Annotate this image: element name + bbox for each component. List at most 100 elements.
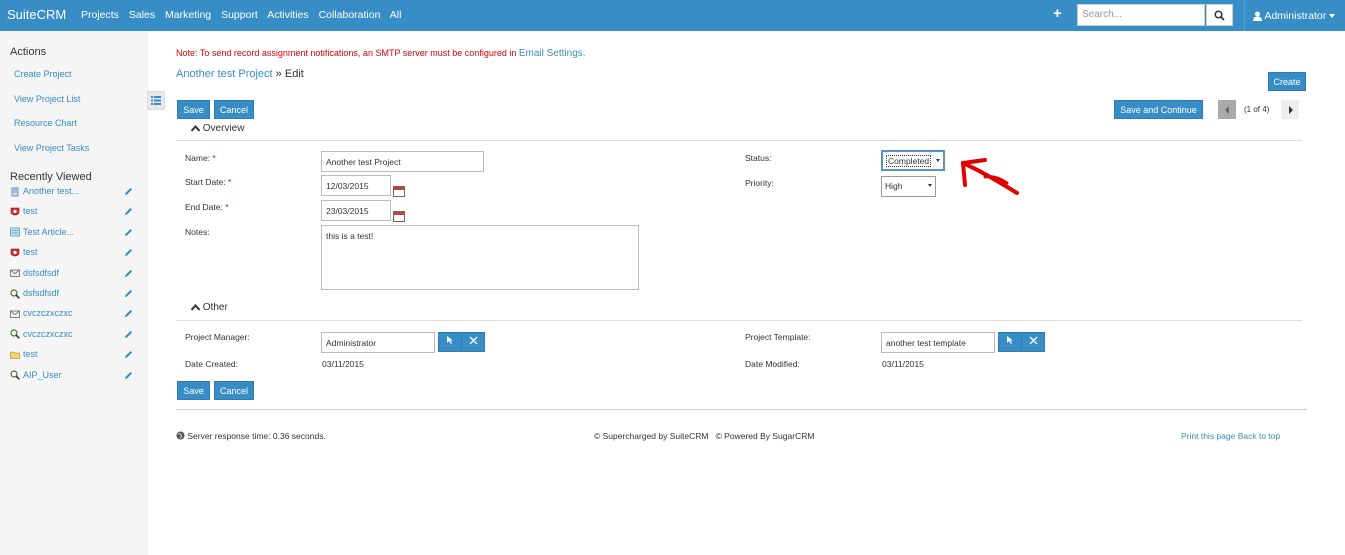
red-arrow-annotation (961, 158, 1019, 195)
recent-item-label[interactable]: test (23, 206, 38, 216)
recent-item[interactable]: test (10, 349, 135, 363)
save-button-bottom[interactable]: Save (177, 381, 210, 400)
nav-marketing[interactable]: Marketing (165, 9, 211, 21)
priority-select[interactable]: High (881, 176, 936, 197)
status-select[interactable]: Completed (881, 150, 945, 171)
pencil-edit-icon[interactable] (124, 330, 133, 341)
breadcrumb-mode: Edit (284, 68, 304, 80)
recent-item[interactable]: dsfsdfsdf (10, 288, 135, 302)
next-record-button[interactable] (1281, 100, 1299, 119)
recent-item[interactable]: Another test... (10, 186, 135, 200)
actions-title: Actions (10, 46, 47, 58)
action-create-project[interactable]: Create Project (14, 69, 72, 79)
recent-item-label[interactable]: dsfsdfsdf (23, 268, 59, 278)
select-template-button[interactable] (998, 332, 1022, 352)
recent-item-label[interactable]: Test Article... (23, 227, 74, 237)
recent-item-label[interactable]: Another test... (23, 186, 79, 196)
search-icon (1214, 10, 1225, 21)
other-section-header[interactable]: Other (190, 302, 228, 313)
action-view-project-tasks[interactable]: View Project Tasks (14, 143, 89, 153)
pencil-edit-icon[interactable] (124, 371, 133, 382)
name-field[interactable]: Another test Project (321, 151, 484, 172)
chevron-down-icon (928, 184, 932, 187)
cancel-button-bottom[interactable]: Cancel (214, 381, 254, 400)
record-pager: (1 of 4) (1218, 100, 1300, 119)
start-date-field[interactable]: 12/03/2015 (321, 175, 391, 196)
save-button-top[interactable]: Save (177, 100, 210, 119)
recent-item[interactable]: cvczczxczxc (10, 329, 135, 343)
search-button[interactable] (1206, 4, 1233, 26)
recent-item[interactable]: test (10, 247, 135, 261)
recent-item[interactable]: AIP_User (10, 370, 135, 384)
breadcrumb-record-link[interactable]: Another test Project (176, 68, 273, 80)
print-page-link[interactable]: Print this page (1181, 431, 1235, 441)
name-label-text: Name: (185, 153, 211, 163)
recent-item-label[interactable]: cvczczxczxc (23, 308, 73, 318)
recent-item-label[interactable]: test (23, 247, 38, 257)
nav-all[interactable]: All (390, 9, 402, 21)
pencil-edit-icon[interactable] (124, 350, 133, 361)
top-navbar: SuiteCRM Projects Sales Marketing Suppor… (0, 0, 1345, 31)
brand-logo[interactable]: SuiteCRM (7, 7, 66, 22)
pencil-edit-icon[interactable] (124, 207, 133, 218)
recent-item[interactable]: cvczczxczxc (10, 308, 135, 322)
chevron-down-icon (936, 159, 940, 162)
calendar-icon[interactable] (393, 186, 405, 197)
project-template-field[interactable]: another test template (881, 332, 995, 353)
recent-item-label[interactable]: AIP_User (23, 370, 62, 380)
clear-template-button[interactable] (1021, 332, 1045, 352)
nav-collaboration[interactable]: Collaboration (319, 9, 381, 21)
pencil-edit-icon[interactable] (124, 248, 133, 259)
nav-activities[interactable]: Activities (267, 9, 308, 21)
status-label: Status: (745, 153, 772, 163)
recent-item-label[interactable]: test (23, 349, 38, 359)
recent-item-label[interactable]: dsfsdfsdf (23, 288, 59, 298)
save-and-continue-button[interactable]: Save and Continue (1114, 100, 1203, 119)
quick-create-plus-icon[interactable]: + (1053, 5, 1062, 22)
footer-links: Print this page Back to top (1181, 431, 1280, 441)
sidebar-toggle-button[interactable] (147, 91, 165, 110)
calendar-icon[interactable] (393, 211, 405, 222)
nav-projects[interactable]: Projects (81, 9, 119, 21)
overview-section-header[interactable]: Overview (190, 123, 245, 134)
clear-icon (1029, 336, 1037, 345)
end-date-field[interactable]: 23/03/2015 (321, 200, 391, 221)
notes-textarea[interactable]: this is a test! (321, 225, 639, 290)
chevron-down-icon (1329, 14, 1336, 19)
action-resource-chart[interactable]: Resource Chart (14, 118, 77, 128)
pencil-edit-icon[interactable] (124, 269, 133, 280)
select-manager-button[interactable] (438, 332, 462, 352)
cancel-button-top[interactable]: Cancel (214, 100, 254, 119)
recent-item[interactable]: dsfsdfsdf (10, 268, 135, 282)
chevron-up-icon (190, 124, 201, 132)
recent-item[interactable]: Test Article... (10, 227, 135, 241)
nav-support[interactable]: Support (221, 9, 258, 21)
powered-link[interactable]: © Powered By SugarCRM (716, 431, 815, 441)
email-settings-link[interactable]: Email Settings. (519, 48, 586, 59)
pencil-edit-icon[interactable] (124, 309, 133, 320)
action-view-project-list[interactable]: View Project List (14, 94, 80, 104)
clear-manager-button[interactable] (461, 332, 485, 352)
footer-divider (176, 409, 1307, 410)
back-to-top-link[interactable]: Back to top (1238, 431, 1281, 441)
search-icon (10, 329, 20, 340)
sidebar: Actions Create Project View Project List… (0, 31, 148, 555)
pencil-edit-icon[interactable] (124, 187, 133, 198)
other-title: Other (202, 302, 228, 313)
supercharged-link[interactable]: © Supercharged by SuiteCRM (594, 431, 708, 441)
overview-title: Overview (202, 123, 245, 134)
recent-item-label[interactable]: cvczczxczxc (23, 329, 73, 339)
nav-sales[interactable]: Sales (129, 9, 155, 21)
user-menu[interactable]: Administrator (1244, 0, 1345, 31)
create-button[interactable]: Create (1268, 72, 1306, 91)
required-mark: * (225, 202, 229, 212)
pencil-edit-icon[interactable] (124, 289, 133, 300)
search-input[interactable]: Search... (1077, 4, 1205, 26)
recent-item[interactable]: test (10, 206, 135, 220)
footer-credits: © Supercharged by SuiteCRM © Powered By … (594, 431, 814, 441)
pencil-edit-icon[interactable] (124, 228, 133, 239)
previous-record-button[interactable] (1218, 100, 1236, 119)
user-icon (1253, 11, 1262, 22)
priority-selected-value: High (885, 181, 903, 191)
project-manager-field[interactable]: Administrator (321, 332, 435, 353)
